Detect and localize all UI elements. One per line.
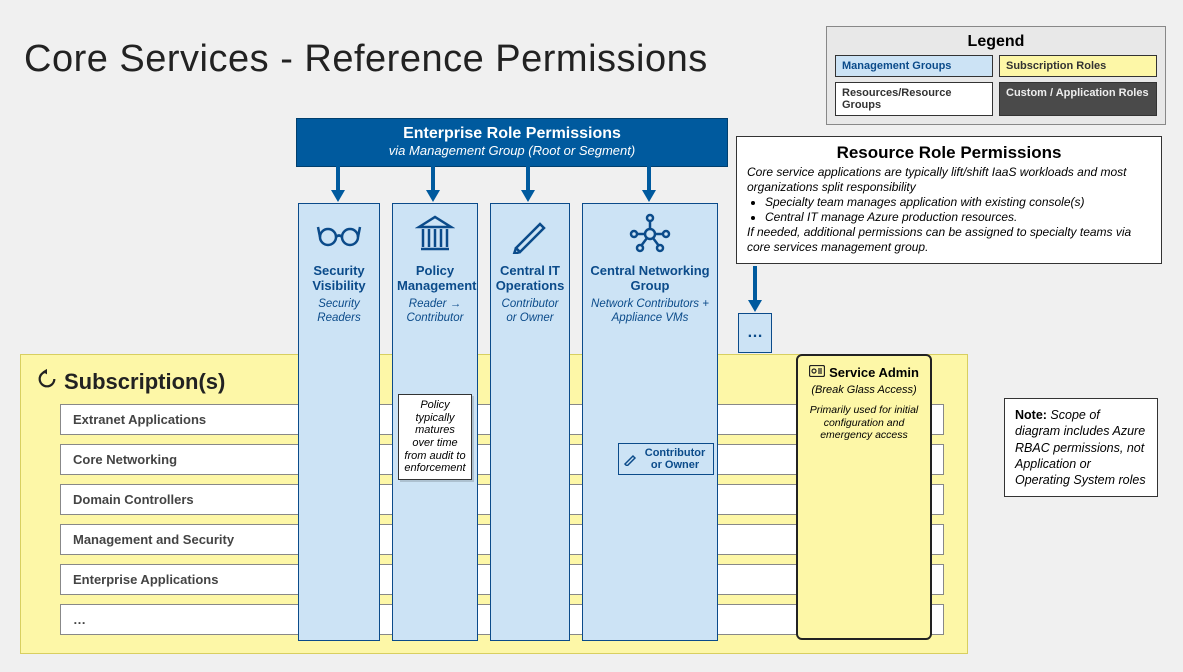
role-col-subtitle: Security Readers <box>299 294 379 326</box>
arrow-down-icon <box>426 190 440 202</box>
refresh-icon <box>36 368 58 396</box>
role-col-title: Central IT Operations <box>491 264 569 294</box>
arrow-stem <box>336 166 340 190</box>
role-col-ellipsis: … <box>738 313 772 353</box>
role-col-title: Central Networking Group <box>583 264 717 294</box>
role-col-subtitle: Network Contributors + Appliance VMs <box>583 294 717 326</box>
contributor-badge: Contributor or Owner <box>618 443 714 475</box>
id-badge-icon <box>809 365 825 380</box>
arrow-down-icon <box>331 190 345 202</box>
service-admin-box: Service Admin (Break Glass Access) Prima… <box>796 354 932 640</box>
resource-role-intro: Core service applications are typically … <box>747 165 1151 195</box>
service-admin-body: Primarily used for initial configuration… <box>804 404 924 442</box>
enterprise-role-bar: Enterprise Role Permissions via Manageme… <box>296 118 728 167</box>
network-icon <box>583 204 717 264</box>
policy-note-box: Policy typically matures over time from … <box>398 394 472 480</box>
resource-role-title: Resource Role Permissions <box>747 143 1151 163</box>
arrow-down-icon <box>748 300 762 312</box>
subscription-header-text: Subscription(s) <box>64 369 225 395</box>
resource-role-box: Resource Role Permissions Core service a… <box>736 136 1162 264</box>
side-note-box: Note: Scope of diagram includes Azure RB… <box>1004 398 1158 497</box>
role-col-security: Security Visibility Security Readers <box>298 203 380 641</box>
legend-item-resources: Resources/Resource Groups <box>835 82 993 116</box>
resource-role-outro: If needed, additional permissions can be… <box>747 225 1151 255</box>
subscription-row-label: Enterprise Applications <box>73 572 218 587</box>
role-col-title: Security Visibility <box>299 264 379 294</box>
page-title: Core Services - Reference Permissions <box>24 38 708 81</box>
role-col-subtitle: Reader → Contributor <box>393 294 477 326</box>
subscription-row-label: … <box>73 612 86 627</box>
arrow-stem <box>526 166 530 190</box>
service-admin-title: Service Admin <box>829 365 919 380</box>
legend-item-sub-roles: Subscription Roles <box>999 55 1157 77</box>
subscription-header: Subscription(s) <box>36 368 225 396</box>
subscription-row-label: Extranet Applications <box>73 412 206 427</box>
arrow-stem <box>647 166 651 190</box>
service-admin-subtitle: (Break Glass Access) <box>804 384 924 396</box>
building-icon <box>393 204 477 264</box>
pencil-icon <box>623 452 637 466</box>
legend-box: Legend Management Groups Subscription Ro… <box>826 26 1166 125</box>
subscription-row-label: Domain Controllers <box>73 492 194 507</box>
legend-item-mgmt-groups: Management Groups <box>835 55 993 77</box>
enterprise-role-title: Enterprise Role Permissions <box>307 125 717 143</box>
enterprise-role-subtitle: via Management Group (Root or Segment) <box>307 143 717 158</box>
side-note-label: Note: <box>1015 408 1047 422</box>
resource-role-bullet: Central IT manage Azure production resou… <box>765 210 1151 225</box>
arrow-down-icon <box>521 190 535 202</box>
pencil-icon <box>491 204 569 264</box>
role-col-subtitle: Contributor or Owner <box>491 294 569 326</box>
legend-item-custom-roles: Custom / Application Roles <box>999 82 1157 116</box>
arrow-stem <box>753 266 757 300</box>
arrow-stem <box>431 166 435 190</box>
role-col-it-ops: Central IT Operations Contributor or Own… <box>490 203 570 641</box>
subscription-row-label: Management and Security <box>73 532 234 547</box>
arrow-down-icon <box>642 190 656 202</box>
legend-title: Legend <box>835 33 1157 51</box>
resource-role-bullet: Specialty team manages application with … <box>765 195 1151 210</box>
contributor-badge-text: Contributor or Owner <box>641 447 709 471</box>
role-col-title: Policy Management <box>393 264 477 294</box>
subscription-row-label: Core Networking <box>73 452 177 467</box>
glasses-icon <box>299 204 379 264</box>
role-col-networking: Central Networking Group Network Contrib… <box>582 203 718 641</box>
